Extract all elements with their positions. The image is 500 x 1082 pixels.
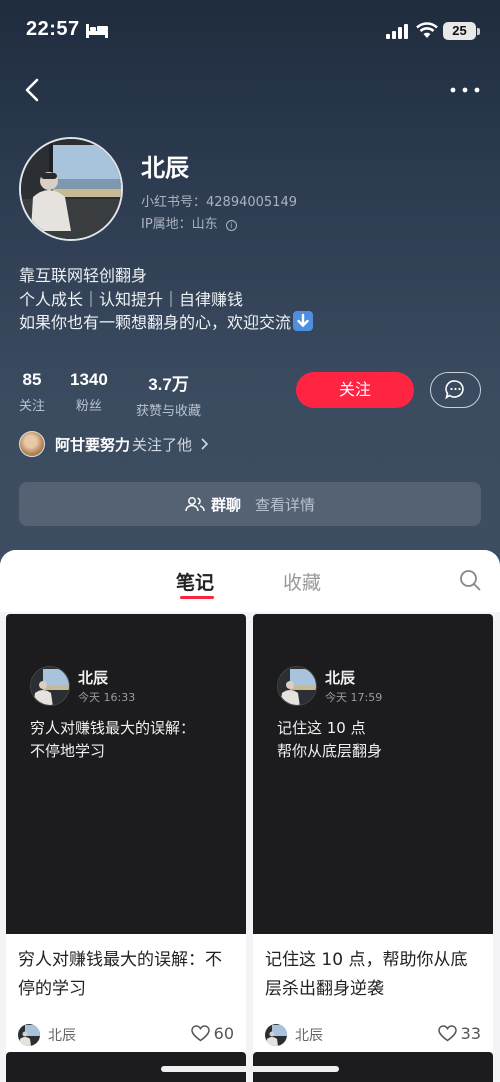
note-body: 记住这 10 点，帮助你从底层杀出翻身逆袭 北辰 33: [253, 934, 493, 1064]
profile-id: 小红书号：42894005149: [141, 195, 297, 210]
author-avatar[interactable]: [265, 1024, 287, 1046]
info-icon[interactable]: i: [225, 220, 237, 231]
group-chat-detail: 查看详情: [255, 495, 316, 514]
like-count: 33: [460, 1024, 481, 1043]
note-card[interactable]: 北辰 今天 16:33 穷人对赚钱最大的误解： 不停地学习 穷人对赚钱最大的误解…: [6, 614, 246, 1064]
home-indicator[interactable]: [161, 1066, 339, 1072]
stat-followers-label: 粉丝: [75, 399, 102, 414]
follower-name: 阿甘要努力: [55, 435, 131, 454]
note-author[interactable]: 北辰: [295, 1025, 323, 1045]
down-arrow-emoji-icon: [293, 311, 314, 331]
bed-icon: [86, 24, 108, 38]
bio-line-3: 如果你也有一颗想翻身的心，欢迎交流: [19, 309, 314, 333]
bio-line-2: 个人成长｜认知提升｜自律赚钱: [19, 290, 244, 309]
back-button[interactable]: [18, 74, 48, 106]
cover-author: 北辰: [325, 669, 356, 687]
heart-icon: [190, 1025, 210, 1042]
cover-text-line-1: 穷人对赚钱最大的误解：: [30, 719, 196, 737]
signal-icon: [386, 24, 408, 39]
bio-line-3-text: 如果你也有一颗想翻身的心，欢迎交流: [19, 313, 292, 332]
like-count: 60: [213, 1024, 234, 1043]
group-chat-bar[interactable]: 群聊 查看详情: [19, 482, 481, 526]
more-options-button[interactable]: [448, 80, 482, 100]
chevron-right-icon: [201, 438, 209, 450]
like-button[interactable]: 33: [437, 1024, 481, 1043]
tab-favorites[interactable]: 收藏: [283, 568, 321, 595]
bio-line-1: 靠互联网轻创翻身: [19, 266, 148, 285]
stat-following-label: 关注: [19, 399, 46, 414]
profile-name: 北辰: [141, 154, 189, 182]
note-footer: 北辰 33: [265, 1024, 481, 1046]
status-bar: 22:57 25: [0, 0, 500, 62]
wifi-icon: [416, 22, 438, 38]
chat-bubble-icon: [445, 380, 464, 400]
heart-icon: [437, 1025, 457, 1042]
profile-ip-location: IP属地：山东 i: [141, 213, 237, 232]
stat-following[interactable]: 85 关注: [19, 370, 45, 414]
message-button[interactable]: [430, 372, 481, 408]
group-chat-label: 群聊: [210, 495, 241, 514]
follow-button[interactable]: 关注: [296, 372, 414, 408]
ip-location-text: IP属地：山东: [141, 217, 218, 232]
stat-likes-count: 3.7万: [148, 375, 189, 394]
note-cover: 北辰 今天 17:59 记住这 10 点 帮你从底层翻身: [253, 614, 493, 934]
stat-following-count: 85: [22, 370, 42, 389]
followed-by-row[interactable]: 阿甘要努力 关注了他: [19, 431, 210, 457]
cover-text-line-2: 不停地学习: [30, 742, 106, 760]
group-icon: [185, 497, 205, 512]
note-title: 穷人对赚钱最大的误解：不停的学习: [18, 950, 222, 999]
author-avatar[interactable]: [18, 1024, 40, 1046]
cover-text-line-2: 帮你从底层翻身: [277, 742, 383, 760]
tab-notes[interactable]: 笔记: [176, 568, 214, 595]
stat-likes-label: 获赞与收藏: [136, 404, 202, 419]
cover-avatar: [30, 666, 70, 706]
stat-followers[interactable]: 1340 粉丝: [70, 370, 108, 414]
profile-avatar[interactable]: [19, 137, 123, 241]
note-author[interactable]: 北辰: [48, 1025, 76, 1045]
tab-bar: 笔记 收藏: [0, 550, 500, 612]
search-icon[interactable]: [458, 568, 482, 592]
cover-avatar: [277, 666, 317, 706]
stat-followers-count: 1340: [70, 370, 108, 389]
note-footer: 北辰 60: [18, 1024, 234, 1046]
note-cover: 北辰 今天 16:33 穷人对赚钱最大的误解： 不停地学习: [6, 614, 246, 934]
cover-text-line-1: 记住这 10 点: [277, 719, 366, 737]
cover-author: 北辰: [78, 669, 109, 687]
battery-icon: 25: [443, 22, 476, 40]
cover-time: 今天 17:59: [325, 691, 383, 704]
like-button[interactable]: 60: [190, 1024, 234, 1043]
status-time: 22:57: [26, 18, 80, 40]
note-card[interactable]: 北辰 今天 17:59 记住这 10 点 帮你从底层翻身 记住这 10 点，帮助…: [253, 614, 493, 1064]
followed-by-text: 关注了他: [132, 435, 193, 454]
tab-active-indicator: [180, 596, 214, 599]
follower-avatar: [19, 431, 45, 457]
cover-time: 今天 16:33: [78, 691, 136, 704]
note-title: 记住这 10 点，帮助你从底层杀出翻身逆袭: [265, 950, 468, 999]
battery-tip: [477, 28, 480, 35]
stat-likes[interactable]: 3.7万 获赞与收藏: [136, 370, 201, 419]
note-body: 穷人对赚钱最大的误解：不停的学习 北辰 60: [6, 934, 246, 1064]
